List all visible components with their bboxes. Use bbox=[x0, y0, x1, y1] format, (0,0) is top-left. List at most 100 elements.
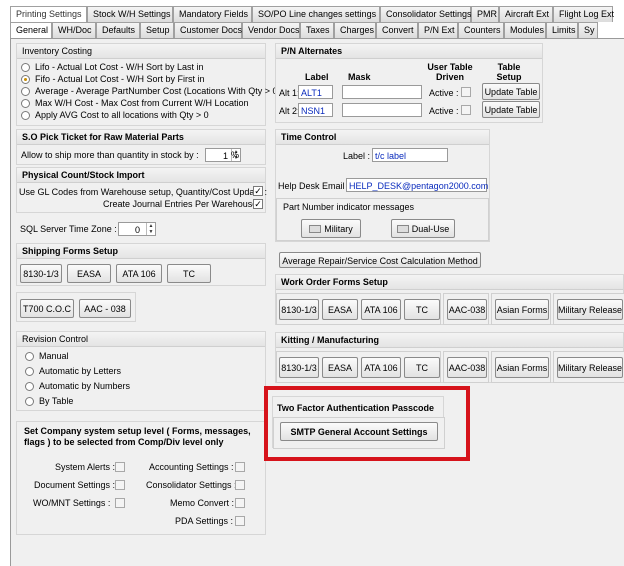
radio-max-wh[interactable] bbox=[21, 99, 30, 108]
shipping-easa-button[interactable]: EASA bbox=[67, 264, 111, 283]
tab-wh-doc[interactable]: WH/Doc bbox=[52, 22, 96, 38]
time-control-title: Time Control bbox=[276, 130, 489, 145]
military-button-label: Military bbox=[324, 224, 353, 234]
kit-forms-group-1: 8130-1/3 EASA ATA 106 TC bbox=[276, 351, 441, 383]
alt1-update-table-button[interactable]: Update Table bbox=[482, 83, 540, 100]
wo-forms-group-3: Asian Forms bbox=[491, 293, 551, 325]
radio-revision-table-label: By Table bbox=[39, 396, 74, 406]
tab-general[interactable]: General bbox=[10, 22, 52, 38]
tab-setup[interactable]: Setup bbox=[140, 22, 174, 38]
pn-col-label: Label bbox=[305, 72, 329, 82]
tab-mandatory-fields[interactable]: Mandatory Fields bbox=[173, 6, 252, 22]
tab-pn-ext[interactable]: P/N Ext bbox=[418, 22, 458, 38]
shipping-aac038-button[interactable]: AAC - 038 bbox=[79, 299, 131, 318]
tab-flight-log-ext[interactable]: Flight Log Ext bbox=[553, 6, 614, 22]
alt2-label-input[interactable]: NSN1 bbox=[298, 103, 333, 117]
tab-counters[interactable]: Counters bbox=[458, 22, 504, 38]
top-tab-row: Printing Settings Stock W/H Settings Man… bbox=[10, 6, 614, 22]
wo-mnt-settings-checkbox[interactable] bbox=[115, 498, 125, 508]
so-pick-unit: % bbox=[231, 150, 240, 160]
tab-vendor-docs[interactable]: Vendor Docs bbox=[242, 22, 300, 38]
sub-tab-row: General WH/Doc Defaults Setup Customer D… bbox=[10, 22, 598, 38]
inventory-costing-panel: Inventory Costing Lifo - Actual Lot Cost… bbox=[16, 43, 281, 126]
memo-convert-label: Memo Convert : bbox=[170, 498, 235, 508]
tab-limits[interactable]: Limits bbox=[546, 22, 578, 38]
wo-military-release-button[interactable]: Military Release bbox=[557, 299, 623, 320]
tab-consolidator-settings[interactable]: Consolidator Settings bbox=[380, 6, 472, 22]
radio-revision-manual-label: Manual bbox=[39, 351, 69, 361]
radio-apply-avg[interactable] bbox=[21, 111, 30, 120]
alt1-mask-input[interactable] bbox=[342, 85, 422, 99]
document-settings-checkbox[interactable] bbox=[115, 480, 125, 490]
company-setup-level-panel: Set Company system setup level ( Forms, … bbox=[16, 421, 266, 535]
kit-asian-forms-button[interactable]: Asian Forms bbox=[495, 357, 549, 378]
tab-customer-docs[interactable]: Customer Docs bbox=[174, 22, 242, 38]
radio-fifo[interactable] bbox=[21, 75, 30, 84]
tab-printing-settings[interactable]: Printing Settings bbox=[10, 6, 87, 22]
tab-defaults[interactable]: Defaults bbox=[96, 22, 140, 38]
alt2-mask-input[interactable] bbox=[342, 103, 422, 117]
wo-aac038-button[interactable]: AAC-038 bbox=[447, 299, 487, 320]
wo-8130-button[interactable]: 8130-1/3 bbox=[279, 299, 319, 320]
checkmark-icon: ✓ bbox=[254, 186, 262, 196]
so-pick-ticket-title: S.O Pick Ticket for Raw Material Parts bbox=[17, 130, 265, 145]
tc-label-input[interactable]: t/c label bbox=[372, 148, 448, 162]
radio-average[interactable] bbox=[21, 87, 30, 96]
alt1-active-checkbox[interactable] bbox=[461, 87, 471, 97]
dual-use-button[interactable]: Dual-Use bbox=[391, 219, 455, 238]
company-setup-level-title: Set Company system setup level ( Forms, … bbox=[24, 426, 251, 447]
pda-settings-checkbox[interactable] bbox=[235, 516, 245, 526]
shipping-t700-coc-button[interactable]: T700 C.O.C bbox=[20, 299, 74, 318]
kit-tc-button[interactable]: TC bbox=[404, 357, 440, 378]
radio-fifo-label: Fifo - Actual Lot Cost - W/H Sort by Fir… bbox=[35, 74, 205, 84]
kit-aac038-button[interactable]: AAC-038 bbox=[447, 357, 487, 378]
sql-timezone-spinner[interactable]: 0 ▲ ▼ bbox=[118, 222, 156, 236]
consolidator-settings-label: Consolidator Settings : bbox=[146, 480, 237, 490]
kit-easa-button[interactable]: EASA bbox=[322, 357, 358, 378]
alt1-label-input[interactable]: ALT1 bbox=[298, 85, 333, 99]
shipping-ata106-button[interactable]: ATA 106 bbox=[116, 264, 162, 283]
wo-tc-button[interactable]: TC bbox=[404, 299, 440, 320]
highlight-box bbox=[264, 386, 470, 461]
kit-forms-group-4: Military Release bbox=[553, 351, 624, 383]
wo-forms-group-1: 8130-1/3 EASA ATA 106 TC bbox=[276, 293, 441, 325]
alt2-active-label: Active : bbox=[429, 106, 459, 116]
tab-modules[interactable]: Modules bbox=[504, 22, 546, 38]
average-repair-cost-button[interactable]: Average Repair/Service Cost Calculation … bbox=[279, 252, 481, 268]
kit-military-release-button[interactable]: Military Release bbox=[557, 357, 623, 378]
radio-revision-table[interactable] bbox=[25, 397, 34, 406]
memo-convert-checkbox[interactable] bbox=[235, 498, 245, 508]
journal-entries-checkbox[interactable]: ✓ bbox=[253, 199, 263, 209]
radio-revision-letters[interactable] bbox=[25, 367, 34, 376]
radio-revision-numbers[interactable] bbox=[25, 382, 34, 391]
kit-8130-button[interactable]: 8130-1/3 bbox=[279, 357, 319, 378]
spinner-arrows-icon[interactable]: ▲ ▼ bbox=[146, 223, 155, 235]
radio-revision-manual[interactable] bbox=[25, 352, 34, 361]
shipping-8130-button[interactable]: 8130-1/3 bbox=[20, 264, 62, 283]
consolidator-settings-checkbox[interactable] bbox=[235, 480, 245, 490]
accounting-settings-checkbox[interactable] bbox=[235, 462, 245, 472]
system-alerts-checkbox[interactable] bbox=[115, 462, 125, 472]
tab-so-po-line-changes[interactable]: SO/PO Line changes settings bbox=[252, 6, 380, 22]
tab-sy[interactable]: Sy bbox=[578, 22, 598, 38]
wo-ata106-button[interactable]: ATA 106 bbox=[361, 299, 401, 320]
pn-col-user-table-driven: User Table Driven bbox=[427, 62, 473, 82]
tab-aircraft-ext[interactable]: Aircraft Ext bbox=[499, 6, 553, 22]
tab-stock-wh-settings[interactable]: Stock W/H Settings bbox=[87, 6, 173, 22]
radio-lifo[interactable] bbox=[21, 63, 30, 72]
kit-ata106-button[interactable]: ATA 106 bbox=[361, 357, 401, 378]
help-desk-email-input[interactable]: HELP_DESK@pentagon2000.com bbox=[346, 178, 488, 192]
alt2-update-table-button[interactable]: Update Table bbox=[482, 101, 540, 118]
alt2-active-checkbox[interactable] bbox=[461, 105, 471, 115]
wo-asian-forms-button[interactable]: Asian Forms bbox=[495, 299, 549, 320]
tab-convert[interactable]: Convert bbox=[376, 22, 418, 38]
military-button[interactable]: Military bbox=[301, 219, 361, 238]
gl-codes-checkbox[interactable]: ✓ bbox=[253, 186, 263, 196]
shipping-tc-button[interactable]: TC bbox=[167, 264, 211, 283]
pn-alternates-title: P/N Alternates bbox=[276, 44, 542, 59]
kit-forms-group-3: Asian Forms bbox=[491, 351, 551, 383]
tab-pmr[interactable]: PMR bbox=[471, 6, 499, 22]
tab-charges[interactable]: Charges bbox=[334, 22, 376, 38]
tab-taxes[interactable]: Taxes bbox=[300, 22, 334, 38]
wo-easa-button[interactable]: EASA bbox=[322, 299, 358, 320]
